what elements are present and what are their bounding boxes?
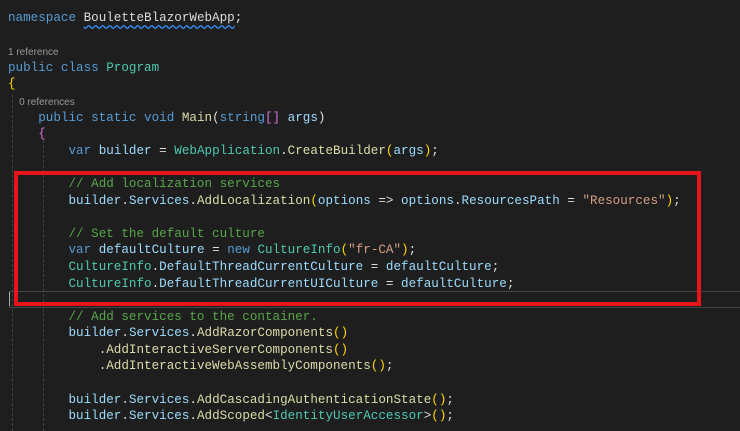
code-token: () — [333, 326, 349, 341]
code-line: public static void Main(string[] args) — [8, 110, 681, 127]
code-token: public class — [8, 60, 107, 75]
code-token: builder — [98, 143, 152, 158]
code-token: . — [8, 359, 107, 374]
code-lens-references[interactable]: 1 reference — [8, 43, 681, 60]
code-token: () — [370, 359, 386, 374]
code-token: AddScoped — [196, 409, 265, 424]
code-token: ; — [431, 143, 439, 158]
code-token: () — [431, 409, 447, 424]
code-token: // Add services to the container. — [8, 309, 318, 324]
code-token: ; — [446, 409, 454, 424]
code-line: builder.Services.AddRazorComponents() — [8, 325, 681, 342]
code-token: [] — [264, 110, 281, 125]
code-token: ; — [234, 11, 243, 25]
code-line: builder.Services.AddCascadingAuthenticat… — [8, 392, 681, 409]
code-token: builder — [8, 409, 122, 424]
code-token: public static void — [8, 110, 182, 125]
code-token: . — [189, 326, 197, 341]
code-token: Main — [181, 110, 213, 125]
code-token: AddCascadingAuthenticationState — [196, 392, 432, 407]
code-token: var — [8, 143, 99, 158]
code-line: .AddInteractiveServerComponents() — [8, 342, 681, 359]
code-token: WebApplication — [174, 143, 281, 158]
code-token: ) — [317, 110, 326, 125]
code-line: { — [8, 126, 681, 143]
code-line: builder.Services.AddScoped<IdentityUserA… — [8, 408, 681, 425]
code-token: < — [265, 409, 273, 424]
code-token: args — [280, 110, 318, 125]
code-token: . — [121, 409, 129, 424]
code-token: . — [189, 392, 197, 407]
code-token: AddInteractiveWebAssemblyComponents — [106, 359, 371, 374]
code-token: . — [8, 342, 107, 357]
code-line: public class Program — [8, 60, 681, 77]
code-token: Services — [128, 392, 190, 407]
code-line: .AddInteractiveWebAssemblyComponents(); — [8, 358, 681, 375]
code-token: Program — [106, 60, 160, 75]
code-token: AddInteractiveServerComponents — [106, 342, 333, 357]
code-token: ; — [385, 359, 394, 374]
code-token: . — [280, 143, 288, 158]
code-token: = — [151, 143, 175, 158]
code-token: Services — [128, 409, 190, 424]
code-token: ( — [212, 110, 220, 125]
code-line: var builder = WebApplication.CreateBuild… — [8, 143, 681, 160]
code-token: Services — [128, 326, 190, 341]
code-line: { — [8, 76, 681, 93]
code-token: { — [8, 77, 16, 92]
code-token: . — [189, 409, 197, 424]
code-token: string — [219, 110, 265, 125]
code-token: BouletteBlazorWebApp — [83, 11, 235, 25]
red-highlight-box — [14, 171, 701, 306]
code-token: . — [121, 392, 129, 407]
code-lens-references[interactable]: 0 references — [8, 93, 681, 110]
code-line: // Add services to the container. — [8, 309, 681, 326]
code-token: builder — [8, 326, 122, 341]
code-token: namespace — [8, 11, 84, 25]
code-token: ; — [446, 392, 454, 407]
code-token: CreateBuilder — [287, 143, 386, 158]
code-token: builder — [8, 392, 122, 407]
code-token: . — [121, 326, 129, 341]
code-token: IdentityUserAccessor — [272, 409, 424, 424]
code-token: () — [431, 392, 447, 407]
code-token: { — [8, 127, 46, 142]
code-token: () — [332, 342, 349, 357]
code-token: args — [393, 143, 424, 158]
code-token: AddRazorComponents — [196, 326, 334, 341]
code-line: namespace BouletteBlazorWebApp; — [8, 10, 681, 27]
